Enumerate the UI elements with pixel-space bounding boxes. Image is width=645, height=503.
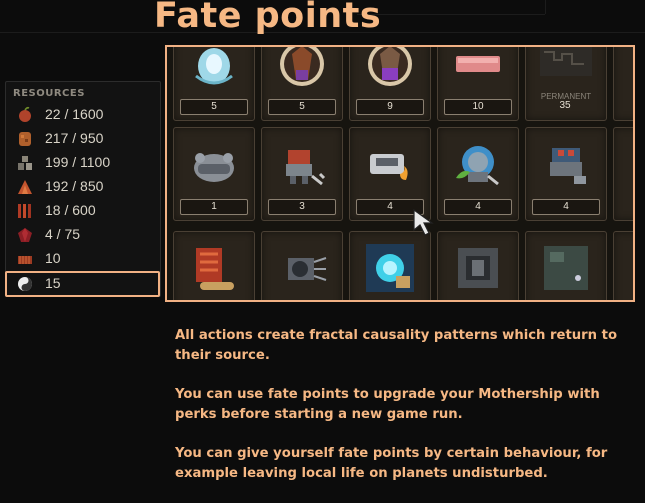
resource-value: 10 [45,250,61,266]
fire-vehicle-icon [370,154,408,180]
perk-count: 3 [268,199,336,215]
alien-priest-icon [280,47,324,86]
description-paragraph: All actions create fractal causality pat… [175,328,618,363]
resource-row-fuel: 18 / 600 [6,199,160,223]
resource-value: 199 / 1100 [45,154,111,170]
perk-tile[interactable]: 3 [261,127,343,221]
perk-tile[interactable] [613,127,633,221]
portal-device-icon [366,244,414,292]
resource-value: 22 / 1600 [45,106,104,122]
description-paragraph: You can give yourself fate points by cer… [175,446,608,481]
perk-tile[interactable] [525,231,607,300]
hull-plate-icon [544,246,588,290]
circuit-icon [540,47,592,76]
perk-tile[interactable] [261,231,343,300]
perk-tile[interactable]: 9 [349,47,431,121]
perk-tile[interactable] [613,47,633,121]
resource-row-food: 22 / 1600 [6,103,160,127]
perk-tile[interactable]: 5 [173,47,255,121]
resource-value: 192 / 850 [45,178,104,194]
turret-robot-icon [550,148,586,184]
description: All actions create fractal causality pat… [175,326,625,503]
perk-count: 9 [356,99,424,115]
resource-row-crates: 199 / 1100 [6,151,160,175]
pink-slab-icon [456,56,500,72]
drill-icon [288,257,327,281]
crates-icon [18,156,32,170]
yin-yang-icon [18,277,32,291]
perk-grid: 5 5 9 10 PERMANENT 35 1 3 4 4 4 [165,45,635,302]
description-paragraph: You can use fate points to upgrade your … [175,387,600,422]
fuel-rods-icon [18,204,31,218]
perk-tile[interactable] [173,231,255,300]
resource-value: 4 / 75 [45,226,81,242]
fuel-engine-icon [196,248,234,290]
resource-value: 18 / 600 [45,202,96,218]
perk-count: 35 [559,100,571,111]
perk-count: 4 [444,199,512,215]
page-title: Fate points [154,0,382,36]
perk-tile[interactable]: 1 [173,127,255,221]
ore-icon [19,132,31,146]
resource-row-crystals: 192 / 850 [6,175,160,199]
resources-header: RESOURCES [13,88,85,99]
frost-creature-icon [195,48,233,85]
leaf-robot-icon [456,146,499,186]
crystals-icon [18,180,32,194]
resource-value: 217 / 950 [45,130,104,146]
bricks-icon [18,256,32,264]
perk-tile[interactable] [437,231,519,300]
perk-tile[interactable]: 5 [261,47,343,121]
perk-count: 5 [180,99,248,115]
apple-icon [19,106,31,122]
background-line [545,0,546,14]
perk-tile[interactable]: 4 [525,127,607,221]
perk-count: 10 [444,99,512,115]
perk-tile[interactable]: 4 [437,127,519,221]
hatch-icon [458,248,498,288]
robot-pod-icon [194,153,234,182]
repair-robot-icon [286,150,326,186]
resource-value: 15 [45,275,61,291]
gem-icon [18,228,32,242]
perk-count: 1 [180,199,248,215]
perk-tile[interactable] [613,231,633,300]
resource-row-fate-points: 15 [5,271,160,297]
perk-count: 5 [268,99,336,115]
perk-tile[interactable]: 10 [437,47,519,121]
background-line [357,14,545,15]
perk-tile[interactable]: PERMANENT 35 [525,47,607,121]
perk-tile[interactable] [349,231,431,300]
resources-panel: RESOURCES 22 / 1600 217 / 950 199 / 1100… [5,81,161,297]
resource-row-gem: 4 / 75 [6,223,160,247]
resource-row-bricks: 10 [6,247,160,271]
perk-tile[interactable]: 4 [349,127,431,221]
perk-count: 4 [532,199,600,215]
resource-row-ore: 217 / 950 [6,127,160,151]
alien-priest-icon [368,47,412,86]
mouse-cursor-icon [413,208,434,236]
